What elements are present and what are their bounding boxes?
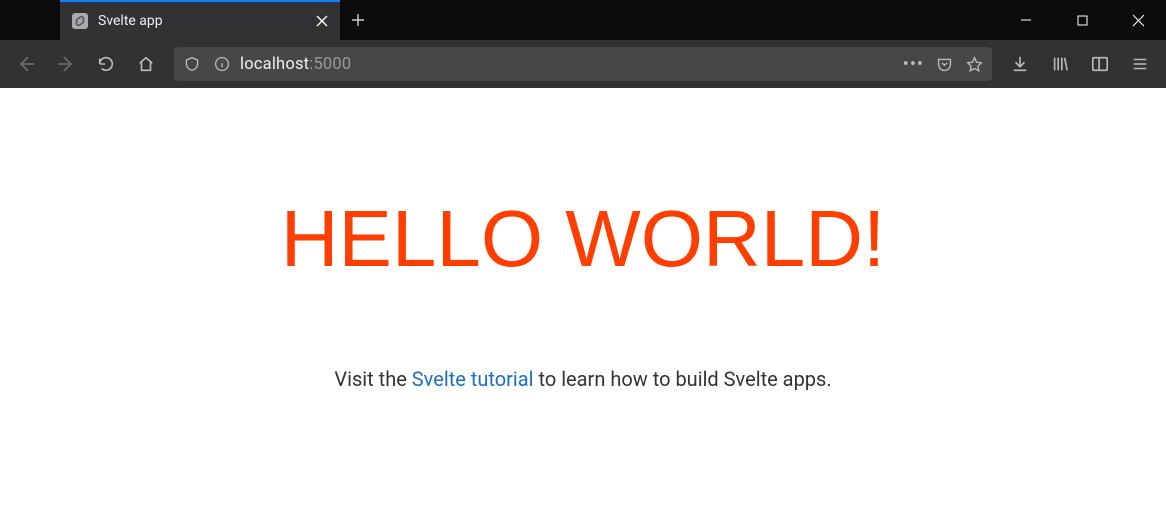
browser-toolbar: localhost:5000 ••• [0,40,1166,88]
downloads-button[interactable] [1002,46,1038,82]
url-actions: ••• [903,52,986,76]
page-paragraph: Visit the Svelte tutorial to learn how t… [334,367,831,391]
library-button[interactable] [1042,46,1078,82]
tab-title: Svelte app [98,13,302,29]
pocket-icon[interactable] [932,52,956,76]
window-controls [998,0,1166,40]
forward-button[interactable] [48,46,84,82]
page-content: HELLO WORLD! Visit the Svelte tutorial t… [0,88,1166,529]
shield-icon[interactable] [180,52,204,76]
reload-button[interactable] [88,46,124,82]
window-minimize-button[interactable] [998,0,1054,40]
paragraph-text-before: Visit the [334,367,411,391]
window-close-button[interactable] [1110,0,1166,40]
url-port: :5000 [309,55,351,74]
tab-strip: Svelte app [0,0,376,40]
paragraph-text-after: to learn how to build Svelte apps. [534,367,832,391]
sidebar-button[interactable] [1082,46,1118,82]
tab-close-button[interactable] [312,11,332,31]
browser-tab-active[interactable]: Svelte app [60,0,340,40]
svelte-tutorial-link[interactable]: Svelte tutorial [412,367,534,391]
new-tab-button[interactable] [340,0,376,40]
bookmark-star-icon[interactable] [962,52,986,76]
svelte-favicon-icon [72,13,88,29]
url-text: localhost:5000 [240,55,351,74]
url-host: localhost [240,55,309,74]
app-menu-button[interactable] [1122,46,1158,82]
browser-titlebar: Svelte app [0,0,1166,40]
address-bar[interactable]: localhost:5000 ••• [174,47,992,81]
home-button[interactable] [128,46,164,82]
page-heading: HELLO WORLD! [281,193,886,285]
window-maximize-button[interactable] [1054,0,1110,40]
page-actions-icon[interactable]: ••• [903,54,926,75]
back-button[interactable] [8,46,44,82]
info-icon[interactable] [210,52,234,76]
